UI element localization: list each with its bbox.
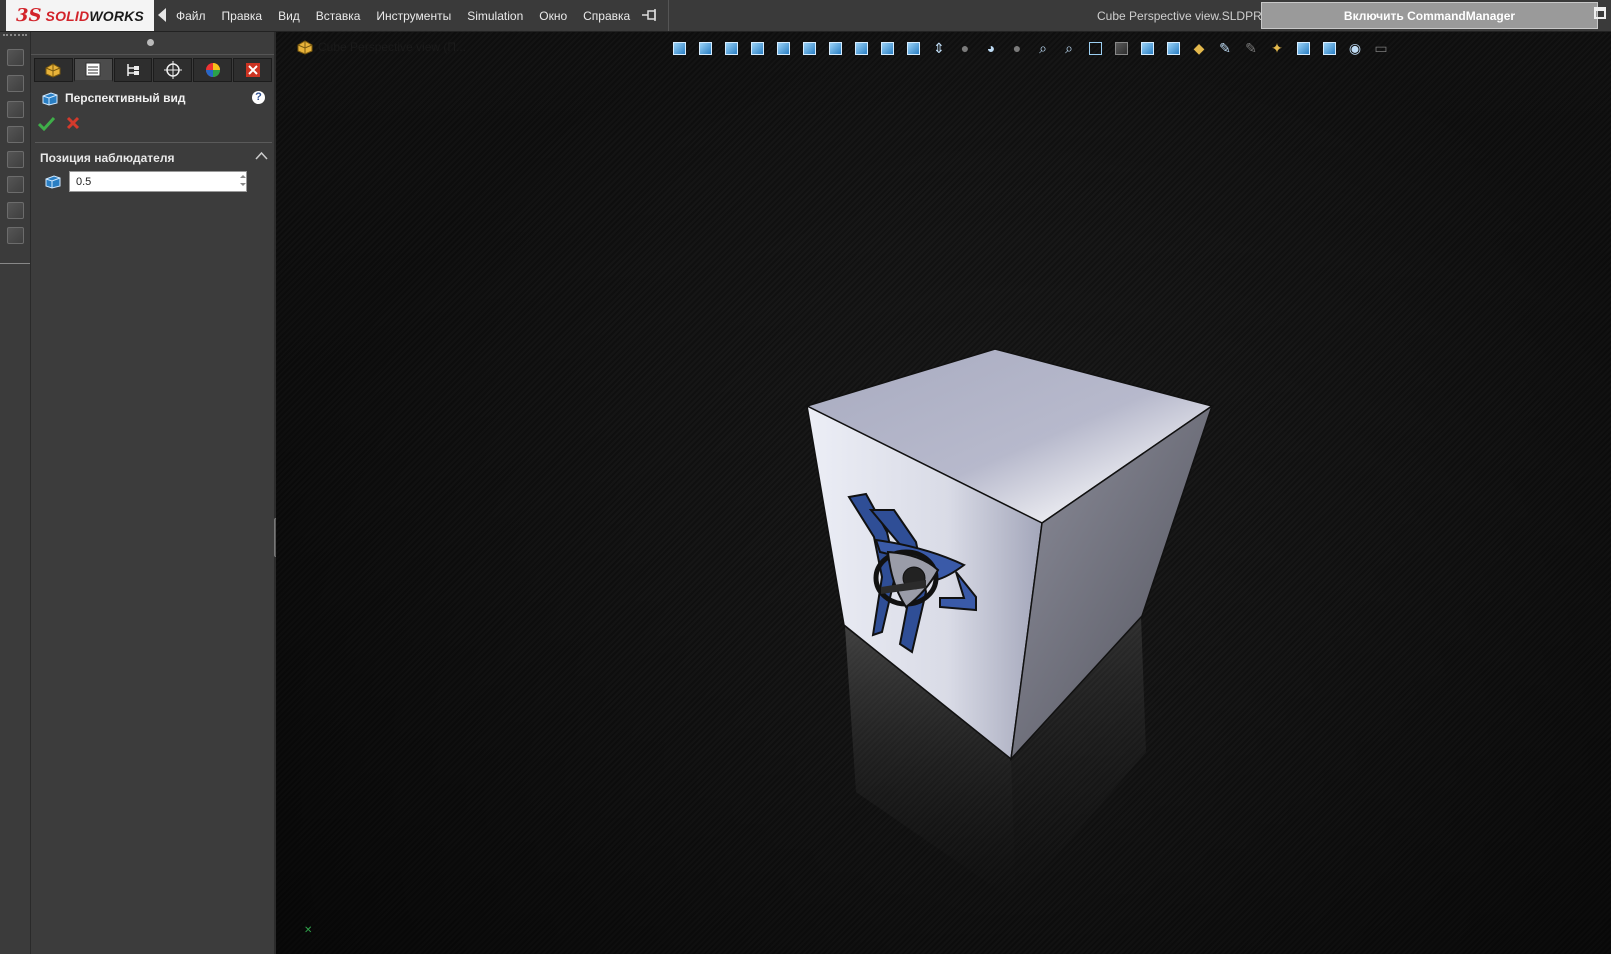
perspective-view-icon [42, 92, 58, 106]
feature-manager-tab[interactable] [34, 58, 73, 82]
zoom-to-area-icon[interactable]: ◕ [981, 39, 1001, 57]
observer-position-icon [45, 175, 61, 189]
help-icon[interactable]: ? [252, 91, 265, 104]
model-cube[interactable] [276, 32, 1611, 954]
perspective-icon[interactable]: ✦ [1267, 39, 1287, 57]
configuration-manager-tab[interactable] [113, 58, 153, 82]
smart-dimension-icon[interactable] [7, 101, 24, 118]
previous-view-icon[interactable]: ● [1007, 39, 1027, 57]
property-manager-panel: Перспективный вид ? Позиция наблюдателя [31, 32, 276, 954]
menu-bar: Файл Правка Вид Вставка Инструменты Simu… [176, 0, 646, 31]
observer-position-input[interactable] [69, 171, 247, 192]
chevron-up-icon[interactable] [255, 151, 268, 160]
property-manager-header: Перспективный вид ? [39, 88, 269, 108]
ok-checkmark-icon[interactable] [38, 116, 55, 131]
ds-logo-mark: 3S [16, 5, 42, 26]
view-selector-icon[interactable]: ⇕ [929, 39, 949, 57]
manager-tabs [34, 58, 273, 82]
heads-up-view-toolbar: ⇕ ● ◕ ● ⌕ ⌕ ◆ ✎ ✎ ✦ ◉ ▭ [669, 38, 1397, 58]
part-icon [45, 63, 61, 78]
edit-appearance-icon[interactable]: ◆ [1189, 39, 1209, 57]
menu-divider [668, 0, 669, 31]
shaded-icon[interactable] [1111, 39, 1131, 57]
strip-divider [0, 263, 30, 264]
display-manager-tab[interactable] [193, 58, 233, 82]
solidworks-wordmark: SOLIDWORKS [45, 7, 144, 24]
menu-edit[interactable]: Правка [222, 9, 263, 23]
feature-tree-root[interactable]: Cube Perspective view (П... [296, 39, 466, 55]
grip-dot [147, 39, 154, 46]
window-restore-icon[interactable] [1594, 7, 1606, 19]
page-title: Перспективный вид [65, 91, 186, 105]
group-title: Позиция наблюдателя [40, 151, 175, 165]
triad-axis-indicator: ✕ [304, 925, 313, 936]
display-pane-icon[interactable]: ▭ [1371, 39, 1391, 57]
menu-insert[interactable]: Вставка [316, 9, 361, 23]
pin-menu-icon[interactable] [642, 9, 658, 21]
trimetric-view-icon[interactable] [851, 39, 871, 57]
back-view-icon[interactable] [695, 39, 715, 57]
isometric-view-icon[interactable] [825, 39, 845, 57]
cameras-icon[interactable]: ◉ [1345, 39, 1365, 57]
view-settings-icon[interactable]: ✎ [1215, 39, 1235, 57]
observer-position-group: Позиция наблюдателя [35, 142, 272, 231]
evaluate-icon[interactable] [7, 227, 24, 244]
dimxpert-manager-tab[interactable] [153, 58, 193, 82]
document-title: Cube Perspective view.SLDPRT [1097, 9, 1269, 23]
note-icon[interactable] [7, 151, 24, 168]
menu-view[interactable]: Вид [278, 9, 300, 23]
task-pane-strip [0, 32, 31, 954]
crosshair-icon [163, 61, 182, 79]
menu-collapse-arrow-icon[interactable] [158, 8, 166, 22]
menu-tools[interactable]: Инструменты [376, 9, 451, 23]
property-list-icon [85, 62, 101, 77]
feature-tree-root-label: Cube Perspective view (П... [318, 40, 467, 54]
apply-scene-icon[interactable] [1163, 39, 1183, 57]
front-view-icon[interactable] [669, 39, 689, 57]
graphics-viewport[interactable]: Cube Perspective view (П... ⇕ ● ◕ ● ⌕ ⌕ … [276, 32, 1611, 954]
solidworks-logo[interactable]: 3S SOLIDWORKS [6, 0, 154, 31]
dimetric-view-icon[interactable] [877, 39, 897, 57]
part-icon [297, 40, 313, 55]
title-bar: 3S SOLIDWORKS Файл Правка Вид Вставка Ин… [0, 0, 1611, 32]
zoom-to-fit-icon[interactable]: ● [955, 39, 975, 57]
realview-icon[interactable]: ✎ [1241, 39, 1261, 57]
normal-to-icon[interactable] [903, 39, 923, 57]
display-style-icon[interactable]: ⌕ [1059, 39, 1079, 57]
property-manager-tab[interactable] [73, 58, 113, 82]
table-icon[interactable] [7, 176, 24, 193]
left-view-icon[interactable] [721, 39, 741, 57]
appearance-sphere-icon [205, 63, 220, 77]
reference-geometry-icon[interactable] [7, 202, 24, 219]
sketch-tool-icon[interactable] [7, 49, 24, 66]
edit-sketch-icon[interactable] [7, 75, 24, 92]
annotation-icon[interactable] [7, 126, 24, 143]
cancel-x-icon[interactable] [66, 116, 80, 130]
shaded-with-edges-icon[interactable] [1137, 39, 1157, 57]
hidden-lines-icon[interactable] [1085, 39, 1105, 57]
menu-help[interactable]: Справка [583, 9, 630, 23]
menu-file[interactable]: Файл [176, 9, 206, 23]
section-view-icon[interactable]: ⌕ [1033, 39, 1053, 57]
hide-show-items-icon[interactable] [1319, 39, 1339, 57]
custom-tab[interactable] [233, 58, 272, 82]
bottom-view-icon[interactable] [799, 39, 819, 57]
top-view-icon[interactable] [773, 39, 793, 57]
grip-dots [3, 34, 27, 40]
rotate-view-icon[interactable] [1293, 39, 1313, 57]
menu-window[interactable]: Окно [539, 9, 567, 23]
panel-grip[interactable] [31, 32, 274, 55]
value-spinner[interactable] [238, 172, 248, 191]
right-view-icon[interactable] [747, 39, 767, 57]
addin-icon [245, 63, 260, 77]
menu-simulation[interactable]: Simulation [467, 9, 523, 23]
enable-command-manager-button[interactable]: Включить CommandManager [1261, 2, 1598, 29]
configuration-tree-icon [127, 64, 140, 76]
